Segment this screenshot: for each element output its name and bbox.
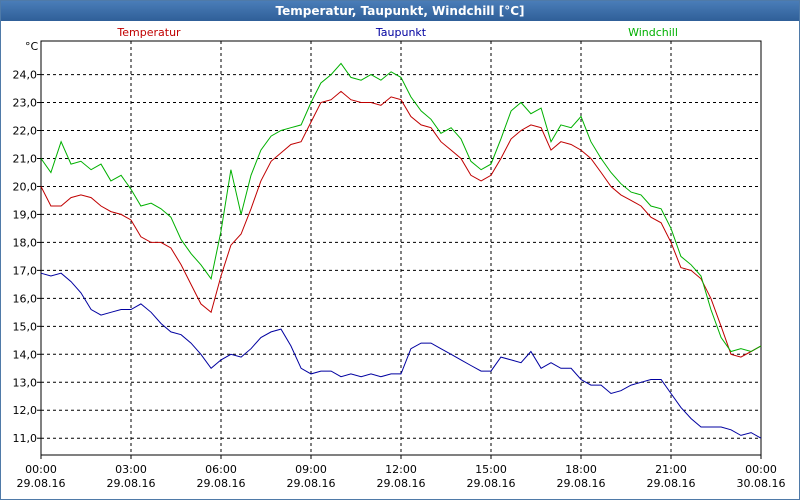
y-tick-label: 18,0 [13,236,38,249]
x-tick-date: 29.08.16 [467,477,516,490]
x-tick-date: 30.08.16 [737,477,786,490]
x-tick-time: 12:00 [385,463,417,476]
y-tick-label: 15,0 [13,320,38,333]
x-tick-time: 21:00 [655,463,687,476]
x-tick-time: 06:00 [205,463,237,476]
y-axis-label: °C [25,40,39,53]
x-tick-time: 09:00 [295,463,327,476]
legend-windchill: Windchill [628,26,678,39]
y-tick-label: 12,0 [13,404,38,417]
x-axis: 00:0029.08.1603:0029.08.1606:0029.08.160… [17,455,786,490]
x-tick-date: 29.08.16 [197,477,246,490]
y-tick-label: 17,0 [13,264,38,277]
y-tick-label: 20,0 [13,180,38,193]
y-axis: 11,0 12,0 13,0 14,0 15,0 16,0 17,0 18,0 19,0 20,0… [13,69,41,445]
y-tick-label: 21,0 [13,152,38,165]
y-tick-label: 16,0 [13,292,38,305]
legend: Temperatur Taupunkt Windchill [116,26,678,39]
legend-taupunkt: Taupunkt [375,26,427,39]
x-tick-date: 29.08.16 [647,477,696,490]
x-tick-time: 15:00 [475,463,507,476]
window-title: Temperatur, Taupunkt, Windchill [°C] [1,1,799,21]
y-tick-label: 24,0 [13,69,38,82]
x-tick-time: 18:00 [565,463,597,476]
y-tick-label: 11,0 [13,432,38,445]
y-tick-label: 23,0 [13,97,38,110]
x-tick-time: 00:00 [25,463,57,476]
line-chart: 11,0 12,0 13,0 14,0 15,0 16,0 17,0 18,0 19,0 20,0… [13,26,786,490]
legend-temperatur: Temperatur [116,26,181,39]
x-tick-date: 29.08.16 [287,477,336,490]
chart-window: Temperatur, Taupunkt, Windchill [°C] 11,… [0,0,800,500]
x-tick-time: 00:00 [745,463,777,476]
y-tick-label: 19,0 [13,208,38,221]
y-tick-label: 22,0 [13,125,38,138]
y-tick-label: 14,0 [13,348,38,361]
y-tick-label: 13,0 [13,376,38,389]
x-tick-date: 29.08.16 [557,477,606,490]
x-tick-date: 29.08.16 [17,477,66,490]
x-tick-date: 29.08.16 [377,477,426,490]
x-tick-date: 29.08.16 [107,477,156,490]
x-tick-time: 03:00 [115,463,147,476]
